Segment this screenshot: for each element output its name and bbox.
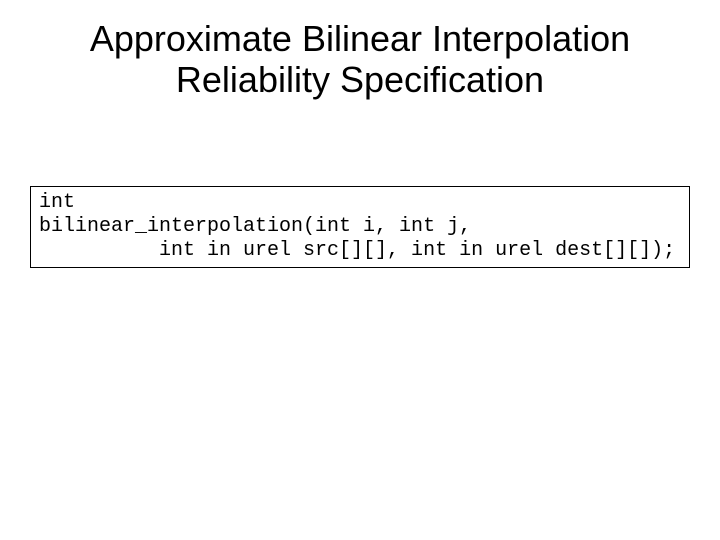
code-line-3: int in urel src[][], int in urel dest[][… [39, 239, 675, 262]
slide: Approximate Bilinear Interpolation Relia… [0, 0, 720, 540]
code-line-1: int [39, 191, 75, 214]
code-line-2: bilinear_interpolation(int i, int j, [39, 215, 471, 238]
title-line-2: Reliability Specification [176, 59, 544, 100]
title-line-1: Approximate Bilinear Interpolation [90, 18, 630, 59]
slide-title: Approximate Bilinear Interpolation Relia… [0, 0, 720, 101]
code-box: int bilinear_interpolation(int i, int j,… [30, 186, 690, 268]
